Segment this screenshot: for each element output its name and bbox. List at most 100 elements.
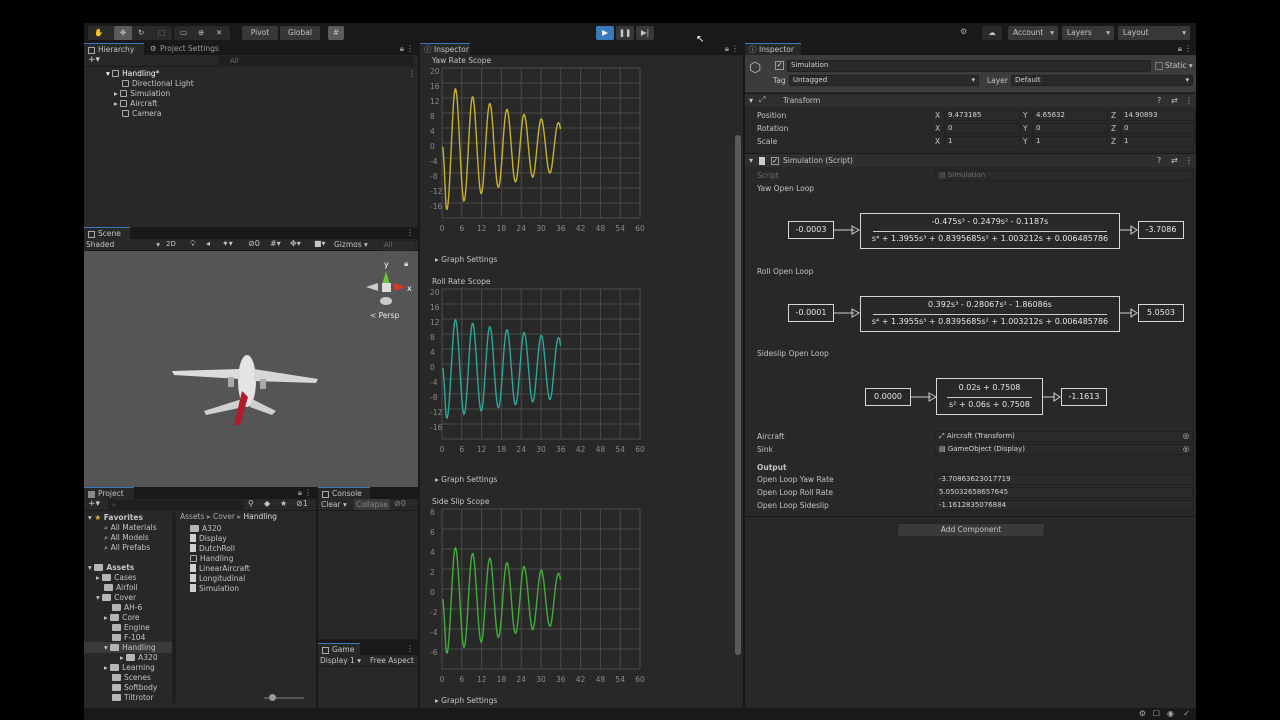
asset-folder[interactable]: AH-6 [112, 603, 142, 612]
tab-inspector[interactable]: ⓘ Inspector [745, 43, 801, 55]
favorite-item[interactable]: ⌕ All Prefabs [104, 543, 150, 553]
transform-header[interactable]: ▾ ⤢ Transform ? ⇄ ⋮ [745, 93, 1196, 107]
pivot-toggle[interactable]: Pivot [242, 26, 278, 40]
object-name-input[interactable]: Simulation [787, 60, 1151, 72]
layer-dropdown[interactable]: Default ▾ [1011, 75, 1193, 86]
clear-button[interactable]: Clear ▾ [321, 500, 347, 509]
static-checkbox[interactable] [1155, 62, 1163, 70]
rotate-tool-icon[interactable]: ↻ [138, 26, 144, 40]
asset-folder[interactable]: Airfoil [104, 583, 138, 592]
tab-inspector-scopes[interactable]: ⓘ Inspector [420, 43, 470, 55]
breadcrumb-item[interactable]: Assets [180, 512, 204, 521]
axis-label[interactable]: Z [1111, 137, 1116, 146]
scene-more-icon[interactable]: ⋮ [408, 69, 416, 78]
add-component-button[interactable]: Add Component [897, 523, 1045, 537]
more-icon[interactable]: ⋮ [1184, 44, 1192, 53]
transform-tool-icon[interactable]: ⊕ [198, 26, 204, 40]
lock-icon[interactable]: 🔒︎ [400, 44, 404, 54]
help-icon[interactable]: ? [1157, 96, 1161, 105]
axis-label[interactable]: Y [1023, 124, 1028, 133]
scopes-scrollbar[interactable] [735, 135, 741, 655]
more-icon[interactable]: ⋮ [406, 644, 414, 653]
tag-dropdown[interactable]: Untagged ▾ [789, 75, 979, 86]
tab-hierarchy[interactable]: Hierarchy [84, 43, 144, 55]
transform-value-field[interactable]: 4.65632 [1032, 110, 1108, 121]
settings-gear-icon[interactable]: ⚙ [960, 27, 967, 36]
axis-label[interactable]: Z [1111, 124, 1116, 133]
tab-project[interactable]: Project [84, 487, 134, 499]
error-filter-icon[interactable]: ⊘0 [394, 499, 406, 508]
asset-folder[interactable]: Scenes [112, 673, 151, 682]
asset-file[interactable]: A320 [190, 524, 221, 533]
debug-icon[interactable]: ☐ [1153, 709, 1160, 718]
graph-settings-foldout[interactable]: ▸ Graph Settings [435, 255, 497, 264]
hidden-packages-icon[interactable]: ⊘1 [296, 499, 308, 508]
asset-folder[interactable]: ▸ Core [104, 613, 140, 622]
more-icon[interactable]: ⋮ [1185, 156, 1193, 165]
add-icon[interactable]: +▾ [88, 55, 100, 65]
aircraft-object-field[interactable]: ⤢ Aircraft (Transform) ◎ [935, 431, 1193, 442]
axis-label[interactable]: Z [1111, 111, 1116, 120]
transform-value-field[interactable]: 0 [944, 123, 1020, 134]
transform-value-field[interactable]: 0 [1032, 123, 1108, 134]
asset-file[interactable]: LinearAircraft [190, 564, 250, 573]
scene-root[interactable]: ▾ Handling* [106, 69, 159, 78]
asset-file[interactable]: Handling [190, 554, 233, 563]
output-sideslip-field[interactable]: -1.1612835076884 [935, 500, 1193, 511]
layout-dropdown[interactable]: Layout ▾ [1118, 26, 1190, 40]
asset-file[interactable]: DutchRoll [190, 544, 235, 553]
asset-folder[interactable]: ▸ Learning [104, 663, 155, 672]
hierarchy-item[interactable]: ▸ Aircraft [114, 99, 158, 108]
scene-search-input[interactable]: All [380, 240, 416, 251]
assets-header[interactable]: ▾ Assets [88, 563, 134, 572]
tab-project-settings[interactable]: ⚙ Project Settings [146, 43, 226, 55]
account-dropdown[interactable]: Account ▾ [1008, 26, 1058, 40]
fx-icon[interactable]: ✦▾ [222, 239, 233, 248]
transform-value-field[interactable]: 1 [1120, 136, 1196, 147]
active-checkbox[interactable]: ✓ [775, 61, 784, 70]
asset-folder[interactable]: Tiltrotor [112, 693, 154, 702]
transform-value-field[interactable]: 1 [944, 136, 1020, 147]
projection-toggle[interactable]: < Persp [370, 311, 399, 320]
axis-label[interactable]: X [935, 124, 940, 133]
visibility-icon[interactable]: ⊘0 [248, 239, 260, 248]
breadcrumb-item[interactable]: Handling [243, 512, 276, 521]
cache-icon[interactable]: ⚙ [1139, 709, 1146, 718]
output-yaw-field[interactable]: -3.70863623017719 [935, 474, 1193, 485]
collab-icon[interactable]: ✓ [1183, 709, 1190, 718]
favorite-icon[interactable]: ★ [280, 499, 287, 508]
project-search-input[interactable]: ⌕ [108, 500, 244, 511]
graph-settings-foldout[interactable]: ▸ Graph Settings [435, 475, 497, 484]
asset-folder-selected[interactable]: ▾ Handling [104, 643, 156, 652]
lock-icon[interactable]: 🔒︎ [725, 44, 729, 54]
object-picker-icon[interactable]: ◎ [1183, 432, 1189, 441]
tools-icon[interactable]: ✥▾ [290, 239, 301, 248]
favorites-header[interactable]: ▾ ★ Favorites [88, 513, 143, 522]
hierarchy-item[interactable]: ▸ Simulation [114, 89, 170, 98]
asset-folder[interactable]: F-104 [112, 633, 145, 642]
more-icon[interactable]: ⋮ [1185, 96, 1193, 105]
lock-icon[interactable]: 🔒︎ [298, 488, 302, 498]
2d-toggle[interactable]: 2D [166, 240, 176, 248]
transform-value-field[interactable]: 0 [1120, 123, 1196, 134]
preset-icon[interactable]: ⇄ [1171, 156, 1178, 165]
help-icon[interactable]: ? [1157, 156, 1161, 165]
filter-type-icon[interactable]: ⚲ [248, 499, 254, 508]
transform-value-field[interactable]: 14.90893 [1120, 110, 1196, 121]
light-icon[interactable]: 💡︎ [190, 239, 196, 249]
asset-folder[interactable]: Softbody [112, 683, 157, 692]
audio-icon[interactable]: ◂ [206, 239, 210, 248]
favorite-item[interactable]: ⌕ All Materials [104, 523, 157, 533]
favorite-item[interactable]: ⌕ All Models [104, 533, 149, 543]
object-picker-icon[interactable]: ◎ [1183, 445, 1189, 454]
shading-dropdown[interactable]: Shaded ▾ [86, 240, 160, 249]
asset-file[interactable]: Longitudinal [190, 574, 245, 583]
grid-icon[interactable]: #▾ [270, 239, 281, 248]
display-dropdown[interactable]: Display 1 ▾ [320, 656, 361, 665]
tab-game[interactable]: Game [318, 643, 360, 655]
cloud-icon[interactable]: ☁ [982, 26, 1002, 40]
step-button[interactable]: ▶| [636, 26, 654, 40]
tab-console[interactable]: Console [318, 487, 370, 499]
play-button[interactable]: ▶ [596, 26, 614, 40]
hierarchy-item[interactable]: Directional Light [122, 79, 194, 88]
